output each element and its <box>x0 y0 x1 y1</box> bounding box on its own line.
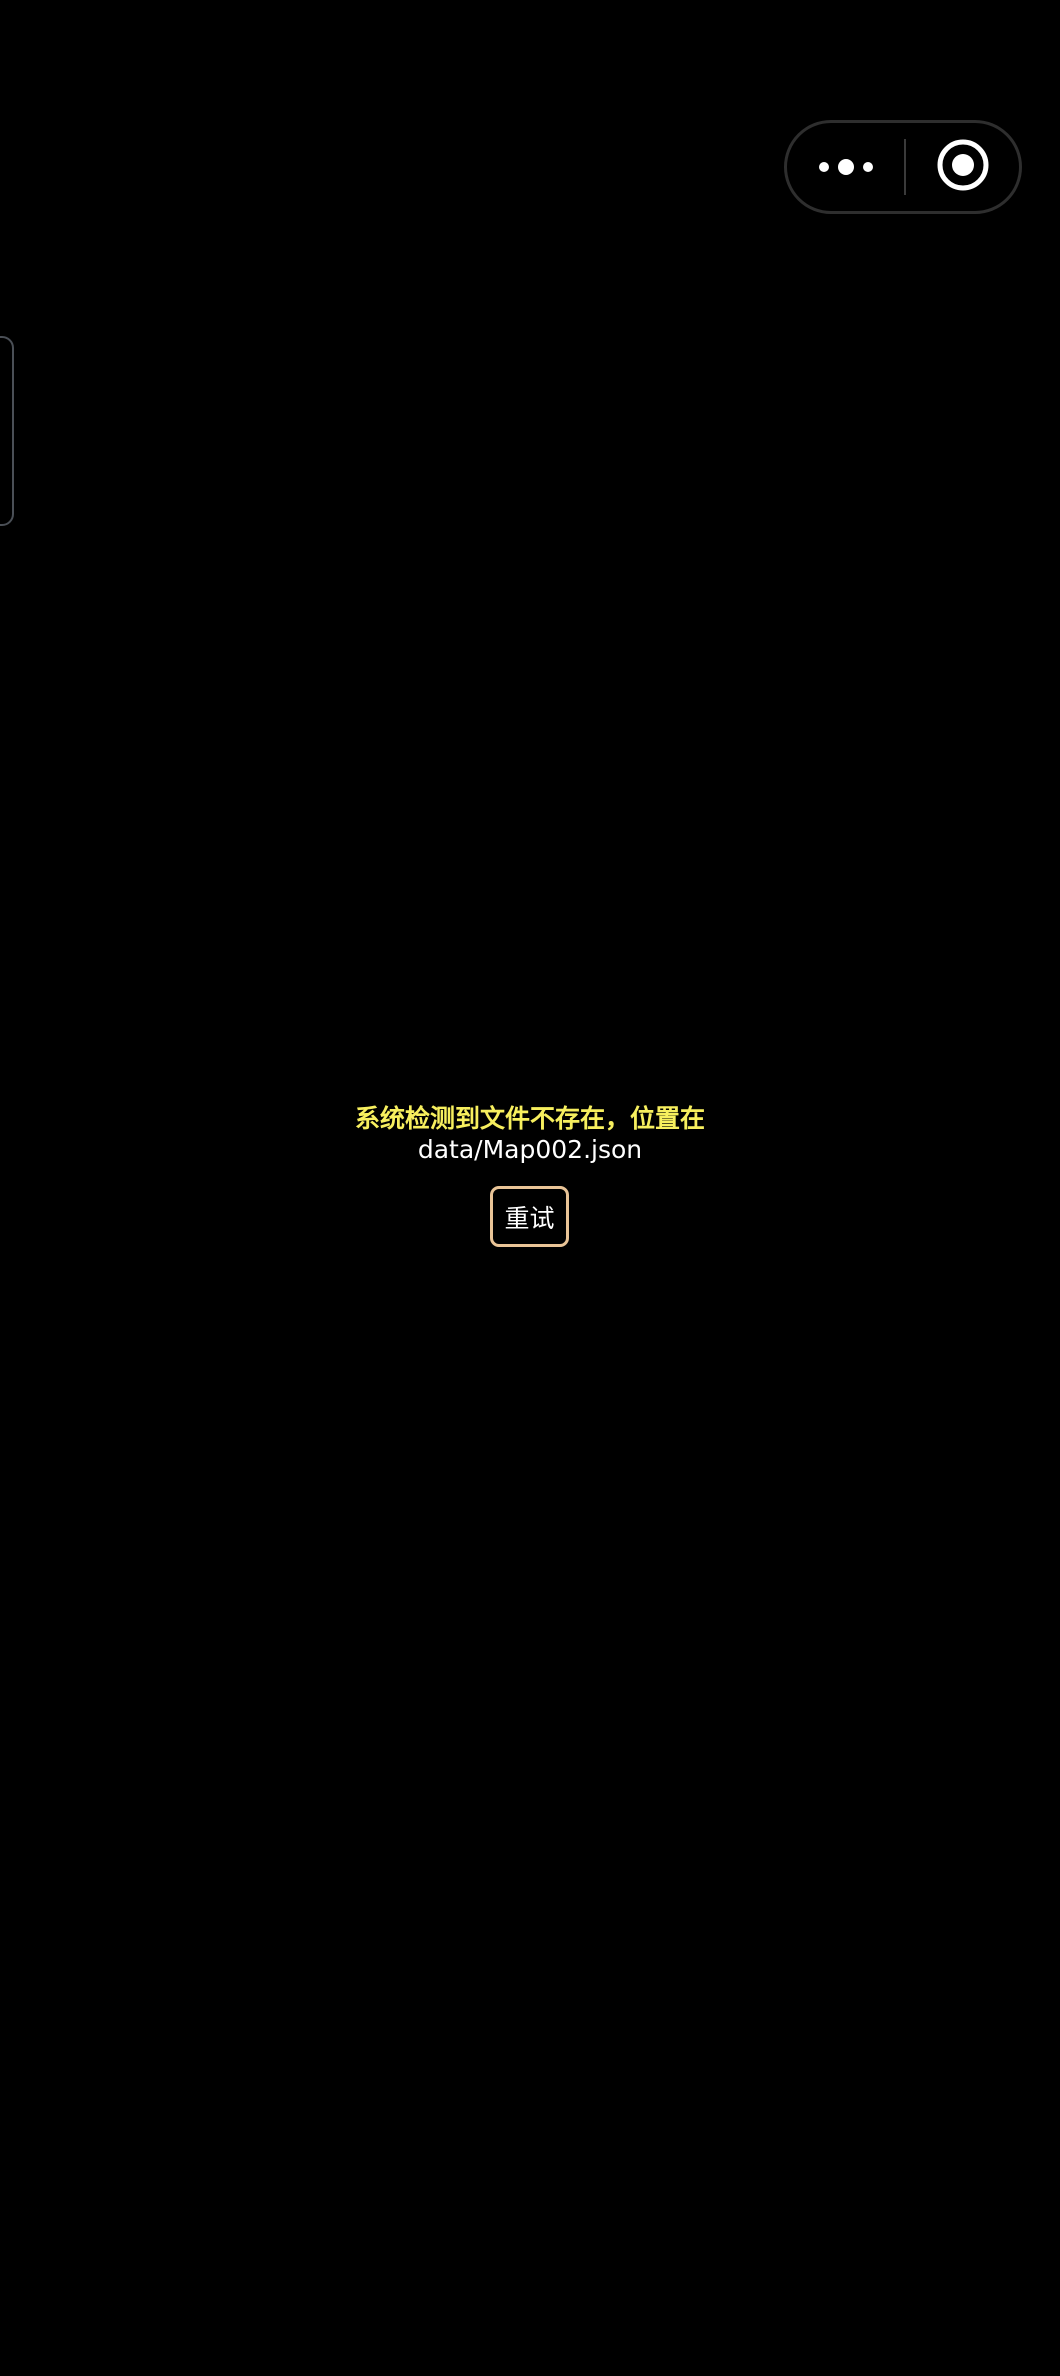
close-button[interactable] <box>906 123 1019 211</box>
missing-file-path: data/Map002.json <box>417 1135 643 1164</box>
mini-program-capsule <box>784 120 1022 214</box>
side-drawer-handle[interactable] <box>0 336 14 526</box>
more-menu-button[interactable] <box>787 123 904 211</box>
more-dots-icon <box>818 159 873 175</box>
retry-button[interactable]: 重试 <box>490 1186 569 1247</box>
target-circle-icon <box>936 138 990 196</box>
